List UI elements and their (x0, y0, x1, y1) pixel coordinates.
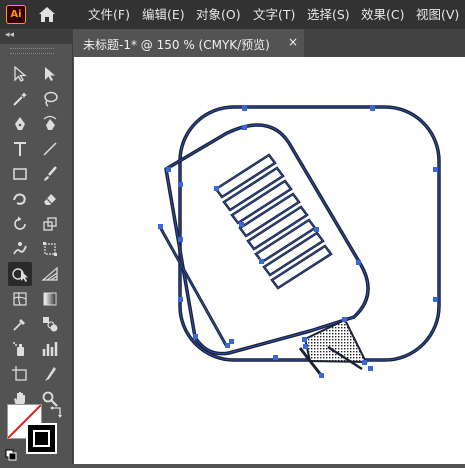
symbol-sprayer-tool[interactable] (8, 337, 32, 361)
slice-icon (45, 367, 56, 381)
mesh-icon (13, 292, 27, 306)
menu-edit[interactable]: 编辑(E) (142, 0, 185, 29)
type-tool[interactable] (8, 137, 32, 161)
puppet-warp-tool[interactable] (8, 237, 32, 261)
perspective-grid-icon (41, 266, 58, 281)
shaper-tool[interactable] (8, 187, 32, 211)
menu-view[interactable]: 视图(V) (416, 0, 459, 29)
stroke-swatch[interactable] (26, 423, 57, 454)
paintbrush-tool[interactable] (38, 162, 62, 186)
type-icon (14, 142, 26, 156)
magic-wand-tool[interactable] (8, 87, 32, 111)
rectangle-tool[interactable] (8, 162, 32, 186)
shaper-icon (13, 193, 26, 205)
rectangle-icon (13, 168, 27, 180)
direct-selection-tool[interactable] (38, 62, 62, 86)
tools-panel-header: ◂◂ (0, 29, 73, 44)
selection-tool[interactable] (8, 62, 32, 86)
curvature-tool[interactable] (38, 112, 62, 136)
scale-tool[interactable] (38, 212, 62, 236)
rotate-tool[interactable] (8, 212, 32, 236)
close-tab-icon[interactable]: × (288, 35, 298, 49)
line-segment-tool[interactable] (38, 137, 62, 161)
document-tab-title: 未标题-1* @ 150 % (CMYK/预览) (83, 38, 270, 52)
stroke-swatch-inner (33, 430, 50, 447)
curvature-pen-icon (43, 115, 57, 130)
scale-icon (43, 217, 57, 231)
app-logo-icon: Ai (6, 5, 26, 24)
artboard-canvas[interactable] (74, 57, 465, 464)
menu-object[interactable]: 对象(O) (196, 0, 241, 29)
tools-panel: ◂◂ (0, 29, 73, 464)
symbol-sprayer-icon (13, 342, 24, 356)
pen-tool[interactable] (8, 112, 32, 136)
shape-builder-tool[interactable] (8, 262, 32, 286)
puppet-warp-icon (13, 242, 27, 255)
direct-arrow-icon (45, 67, 55, 81)
artwork[interactable] (74, 57, 465, 464)
menu-type[interactable]: 文字(T) (253, 0, 295, 29)
home-icon[interactable] (38, 6, 56, 23)
panel-grip[interactable] (10, 48, 54, 54)
anchor-points[interactable] (158, 106, 438, 378)
eraser-icon (44, 194, 56, 205)
collapse-panel-icon[interactable]: ◂◂ (5, 30, 14, 40)
free-transform-tool[interactable] (38, 237, 62, 261)
mesh-tool[interactable] (8, 287, 32, 311)
slice-tool[interactable] (38, 362, 62, 386)
rounded-square-path[interactable] (178, 105, 441, 362)
artboard-tool[interactable] (8, 362, 32, 386)
blend-icon (43, 317, 58, 332)
menu-bar: Ai 文件(F) 编辑(E) 对象(O) 文字(T) 选择(S) 效果(C) 视… (0, 0, 465, 29)
eyedropper-tool[interactable] (8, 312, 32, 336)
grille-stripes[interactable] (214, 153, 333, 290)
menu-effect[interactable]: 效果(C) (361, 0, 404, 29)
selected-region[interactable] (303, 318, 368, 364)
gradient-icon (43, 292, 57, 306)
gradient-tool[interactable] (38, 287, 62, 311)
artboard-icon (12, 366, 27, 381)
document-tab[interactable]: 未标题-1* @ 150 % (CMYK/预览) × (74, 29, 304, 57)
eyedropper-icon (13, 319, 25, 331)
default-colors-icon[interactable] (5, 449, 17, 461)
rotate-icon (14, 216, 26, 230)
column-graph-tool[interactable] (38, 337, 62, 361)
swap-colors-icon[interactable] (49, 405, 63, 419)
eraser-tool[interactable] (38, 187, 62, 211)
blend-tool[interactable] (38, 312, 62, 336)
lasso-tool[interactable] (38, 87, 62, 111)
arrow-icon (14, 65, 27, 82)
column-graph-icon (42, 342, 58, 356)
paintbrush-icon (44, 166, 57, 181)
shape-builder-icon (12, 268, 28, 282)
perspective-grid-tool[interactable] (38, 262, 62, 286)
line-icon (43, 142, 57, 156)
free-transform-icon (43, 242, 57, 256)
menu-select[interactable]: 选择(S) (307, 0, 350, 29)
document-tab-bar: 未标题-1* @ 150 % (CMYK/预览) × (74, 29, 465, 57)
lasso-icon (44, 91, 58, 107)
menu-file[interactable]: 文件(F) (88, 0, 130, 29)
pen-icon (15, 117, 25, 130)
magic-wand-icon (13, 92, 27, 106)
